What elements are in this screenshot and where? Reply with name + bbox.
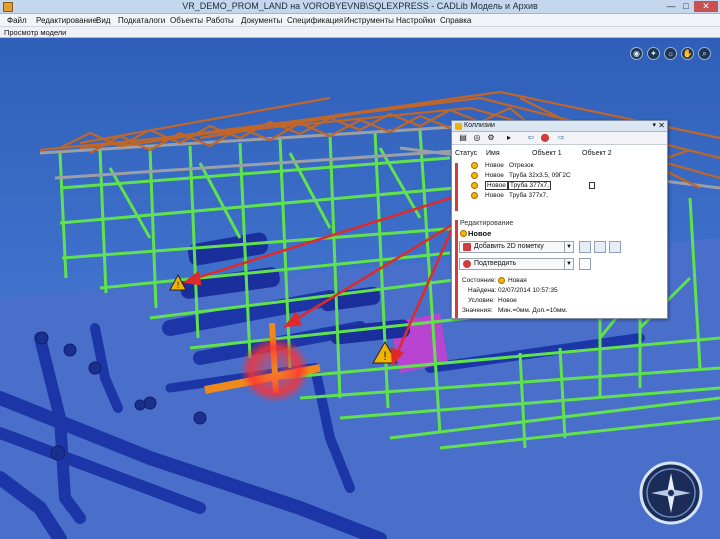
compass-icon[interactable] (639, 461, 703, 525)
add-mark-label: Добавить 2D пометку (474, 243, 544, 250)
edit-status-name: Новое (468, 229, 492, 238)
found-value: 02/07/2014 10:57:35 (498, 287, 558, 294)
row-object2-edit[interactable] (589, 182, 595, 189)
warning-mark-button[interactable] (579, 241, 591, 253)
menu-item-view[interactable]: Вид (96, 16, 110, 25)
condition-value: Новое (498, 297, 517, 304)
comment-button[interactable] (579, 258, 591, 270)
menu-item-specification[interactable]: Спецификация (287, 16, 343, 25)
list-view-icon[interactable]: ▤ (458, 133, 468, 143)
column-status[interactable]: Статус (455, 150, 477, 157)
menu-item-subcatalogs[interactable]: Подкаталоги (118, 16, 165, 25)
found-label: Найдена: (468, 287, 497, 294)
status-icon[interactable]: ⬤ (540, 133, 550, 143)
column-object2[interactable]: Объект 2 (582, 150, 612, 157)
svg-text:!: ! (383, 349, 386, 363)
window-title: VR_DEMO_PROM_LAND на VOROBYEVNB\SQLEXPRE… (182, 1, 538, 11)
status-new-icon (471, 192, 478, 199)
zoom-icon[interactable]: ⌕ (698, 47, 711, 60)
row-object1: Отрезок (509, 162, 534, 169)
chevron-down-icon[interactable]: ▼ (564, 259, 573, 269)
column-object1[interactable]: Объект 1 (532, 150, 562, 157)
state-label: Состояние: (462, 277, 497, 284)
table-row[interactable]: Новое Труба 377x7, (454, 181, 665, 191)
collisions-dialog: Коллизии ▾ ✕ ▤ ◎ ⚙ ▸ ⇦ ⬤ ⇨ Статус Имя Об… (451, 120, 668, 319)
row-object1: Труба 377x7, (509, 192, 548, 199)
model-view-tab-bar: Просмотр модели (0, 27, 720, 38)
collisions-dialog-titlebar[interactable]: Коллизии ▾ ✕ (452, 121, 667, 132)
filter-icon[interactable]: ▸ (504, 133, 514, 143)
chevron-down-icon[interactable]: ▼ (564, 242, 573, 252)
dialog-close-button[interactable]: ✕ (658, 121, 665, 130)
edit-section: Редактирование Новое Добавить 2D пометку… (452, 220, 667, 320)
condition-label: Условие: (468, 297, 495, 304)
menu-bar: Файл Редактирование Вид Подкаталоги Объе… (0, 14, 720, 27)
column-name[interactable]: Имя (486, 150, 500, 157)
table-row[interactable]: Новое Отрезок (454, 162, 665, 171)
paste-mark-button[interactable] (609, 241, 621, 253)
table-row[interactable]: Новое Труба 32x3.5, 09Г2С (454, 172, 665, 181)
row-name: Новое (485, 192, 504, 199)
view-toolbar: ◉ ✦ ☼ ✋ ⌕ (630, 47, 716, 61)
pointer-icon[interactable]: ✦ (647, 47, 660, 60)
confirm-label: Подтвердить (474, 260, 517, 267)
menu-item-settings[interactable]: Настройки (396, 16, 435, 25)
row-object1: Труба 32x3.5, 09Г2С (509, 172, 571, 179)
previous-arrow-icon[interactable]: ⇦ (526, 133, 536, 143)
menu-item-help[interactable]: Справка (440, 16, 471, 25)
state-value: Новая (508, 277, 527, 284)
collision-highlight[interactable] (240, 337, 310, 403)
confirm-status-icon (463, 260, 471, 268)
menu-item-objects[interactable]: Объекты (170, 16, 203, 25)
dialog-title: Коллизии (464, 122, 495, 129)
close-button[interactable]: ✕ (694, 1, 718, 12)
status-new-icon (471, 182, 478, 189)
next-arrow-icon[interactable]: ⇨ (556, 133, 566, 143)
mark-icon (463, 243, 471, 251)
values-label: Значения: (462, 307, 493, 314)
add-2d-mark-dropdown[interactable]: Добавить 2D пометку ▼ (459, 241, 574, 253)
status-new-icon (471, 172, 478, 179)
row-name: Новое (485, 172, 504, 179)
menu-item-edit[interactable]: Редактирование (36, 16, 97, 25)
menu-item-works[interactable]: Работы (206, 16, 234, 25)
maximize-button[interactable]: □ (679, 1, 693, 12)
tab-model-view[interactable]: Просмотр модели (4, 28, 66, 37)
find-collisions-icon[interactable]: ◎ (472, 133, 482, 143)
hand-icon[interactable]: ✋ (681, 47, 694, 60)
copy-mark-button[interactable] (594, 241, 606, 253)
light-icon[interactable]: ☼ (664, 47, 677, 60)
status-new-icon (460, 230, 467, 237)
values-value: Мин.=0мм. Доп.=10мм. (498, 307, 568, 314)
dialog-toolbar: ▤ ◎ ⚙ ▸ ⇦ ⬤ ⇨ (452, 132, 667, 145)
row-name-edit[interactable]: Новое (485, 181, 508, 190)
collision-warning-icon (455, 123, 462, 130)
collisions-list: Новое Отрезок Новое Труба 32x3.5, 09Г2С … (454, 160, 665, 212)
menu-item-file[interactable]: Файл (7, 16, 27, 25)
section-marker (455, 220, 458, 318)
row-object1-edit[interactable]: Труба 377x7, (508, 181, 551, 190)
title-bar[interactable]: VR_DEMO_PROM_LAND на VOROBYEVNB\SQLEXPRE… (0, 0, 720, 14)
menu-item-documents[interactable]: Документы (241, 16, 282, 25)
status-new-icon (471, 162, 478, 169)
row-name: Новое (485, 162, 504, 169)
edit-section-caption: Редактирование (460, 220, 514, 227)
state-icon (498, 277, 505, 284)
table-row[interactable]: Новое Труба 377x7, (454, 192, 665, 201)
confirm-dropdown[interactable]: Подтвердить ▼ (459, 258, 574, 270)
camera-icon[interactable]: ◉ (630, 47, 643, 60)
settings-icon[interactable]: ⚙ (486, 133, 496, 143)
cadlib-app-window: VR_DEMO_PROM_LAND на VOROBYEVNB\SQLEXPRE… (0, 0, 720, 539)
minimize-button[interactable]: — (664, 1, 678, 12)
dialog-options-button[interactable]: ▾ (652, 121, 656, 129)
menu-item-tools[interactable]: Инструменты (344, 16, 394, 25)
svg-text:!: ! (177, 280, 180, 290)
collisions-table-header: Статус Имя Объект 1 Объект 2 (452, 149, 667, 159)
